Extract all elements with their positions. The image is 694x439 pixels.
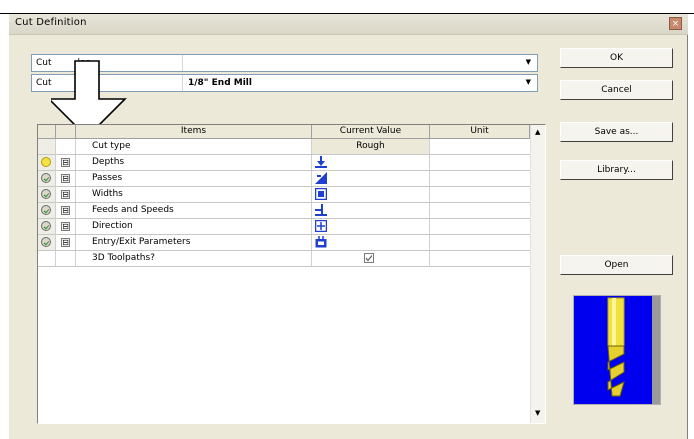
row-status (38, 155, 56, 170)
row-item-label: Feeds and Speeds (76, 203, 312, 218)
cut-tool-value: 1/8" End Mill (188, 78, 252, 88)
header-items: Items (76, 125, 312, 139)
row-item-label: Cut type (76, 139, 312, 154)
row-item-label: Direction (76, 219, 312, 234)
row-value[interactable] (312, 203, 430, 218)
row-value[interactable] (312, 171, 430, 186)
row-expand (56, 139, 76, 154)
close-icon[interactable]: × (669, 17, 682, 30)
table-row[interactable]: 3D Toolpaths? (38, 251, 530, 267)
row-unit (430, 219, 530, 234)
row-expand[interactable]: ⊟ (56, 235, 76, 250)
row-unit (430, 203, 530, 218)
expand-icon[interactable]: ⊟ (61, 174, 70, 183)
feeds-icon (315, 204, 327, 216)
window-title: Cut Definition (15, 17, 87, 28)
table-row[interactable]: ⊟ Depths (38, 155, 530, 171)
table-row[interactable]: ⊟ Direction (38, 219, 530, 235)
table-row[interactable]: ⊟ Widths (38, 187, 530, 203)
status-check-icon (41, 173, 51, 183)
status-check-icon (41, 205, 51, 215)
end-mill-icon (574, 296, 660, 404)
row-status (38, 139, 56, 154)
cancel-button[interactable]: Cancel (560, 80, 673, 100)
table-scrollbar[interactable]: ▲ ▼ (530, 125, 545, 423)
table-row[interactable]: ⊟ Feeds and Speeds (38, 203, 530, 219)
ok-button[interactable]: OK (560, 48, 673, 68)
row-item-label: Entry/Exit Parameters (76, 235, 312, 250)
row-item-label: Depths (76, 155, 312, 170)
row-status (38, 203, 56, 218)
row-expand (56, 251, 76, 266)
row-unit (430, 171, 530, 186)
passes-icon (315, 172, 327, 184)
row-unit (430, 187, 530, 202)
row-expand[interactable]: ⊟ (56, 155, 76, 170)
expand-icon[interactable]: ⊟ (61, 238, 70, 247)
row-expand[interactable]: ⊟ (56, 187, 76, 202)
tool-preview-image (573, 295, 661, 405)
depth-icon (315, 156, 327, 168)
save-as-button[interactable]: Save as... (560, 122, 673, 142)
header-unit: Unit (430, 125, 530, 139)
status-yellow-icon (41, 157, 51, 167)
library-button[interactable]: Library... (560, 160, 673, 180)
table-row[interactable]: ⊟ Passes (38, 171, 530, 187)
expand-icon[interactable]: ⊟ (61, 206, 70, 215)
header-current-value: Current Value (312, 125, 430, 139)
row-status (38, 251, 56, 266)
row-value[interactable] (312, 251, 430, 266)
entry-exit-icon (315, 236, 327, 248)
row-status (38, 171, 56, 186)
row-unit (430, 251, 530, 266)
row-status (38, 187, 56, 202)
combo-separator (182, 75, 183, 91)
checkbox-icon[interactable] (364, 253, 374, 263)
chevron-down-icon[interactable]: ▼ (526, 78, 531, 86)
status-check-icon (41, 221, 51, 231)
combo-separator (182, 55, 183, 71)
scroll-down-icon[interactable]: ▼ (535, 409, 540, 417)
expand-icon[interactable]: ⊟ (61, 222, 70, 231)
expand-icon[interactable]: ⊟ (61, 190, 70, 199)
row-status (38, 219, 56, 234)
chevron-down-icon[interactable]: ▼ (526, 58, 531, 66)
open-button[interactable]: Open (560, 255, 673, 275)
header-status (38, 125, 56, 139)
scroll-up-icon[interactable]: ▲ (535, 128, 540, 136)
row-status (38, 235, 56, 250)
row-value[interactable] (312, 219, 430, 234)
status-check-icon (41, 189, 51, 199)
row-expand[interactable]: ⊟ (56, 171, 76, 186)
row-value[interactable] (312, 235, 430, 250)
row-expand[interactable]: ⊟ (56, 203, 76, 218)
direction-icon (315, 220, 327, 232)
row-expand[interactable]: ⊟ (56, 219, 76, 234)
row-value[interactable] (312, 155, 430, 170)
cut-definition-dialog: Cut Definition × Cutles ▼ Cutol 1/8" End… (8, 14, 688, 439)
row-unit (430, 235, 530, 250)
expand-icon[interactable]: ⊟ (61, 158, 70, 167)
table-row[interactable]: Cut type Rough (38, 139, 530, 155)
cut-type-value[interactable]: Rough (312, 139, 430, 154)
width-icon (315, 188, 327, 200)
row-unit (430, 155, 530, 170)
row-item-label: Passes (76, 171, 312, 186)
title-bar: Cut Definition × (9, 14, 688, 35)
status-check-icon (41, 237, 51, 247)
row-unit (430, 139, 530, 154)
header-expand (56, 125, 76, 139)
table-row[interactable]: ⊟ Entry/Exit Parameters (38, 235, 530, 251)
row-value[interactable] (312, 187, 430, 202)
cut-parameters-table: Items Current Value Unit Cut type Rough … (37, 124, 546, 424)
row-item-label: 3D Toolpaths? (76, 251, 312, 266)
row-item-label: Widths (76, 187, 312, 202)
